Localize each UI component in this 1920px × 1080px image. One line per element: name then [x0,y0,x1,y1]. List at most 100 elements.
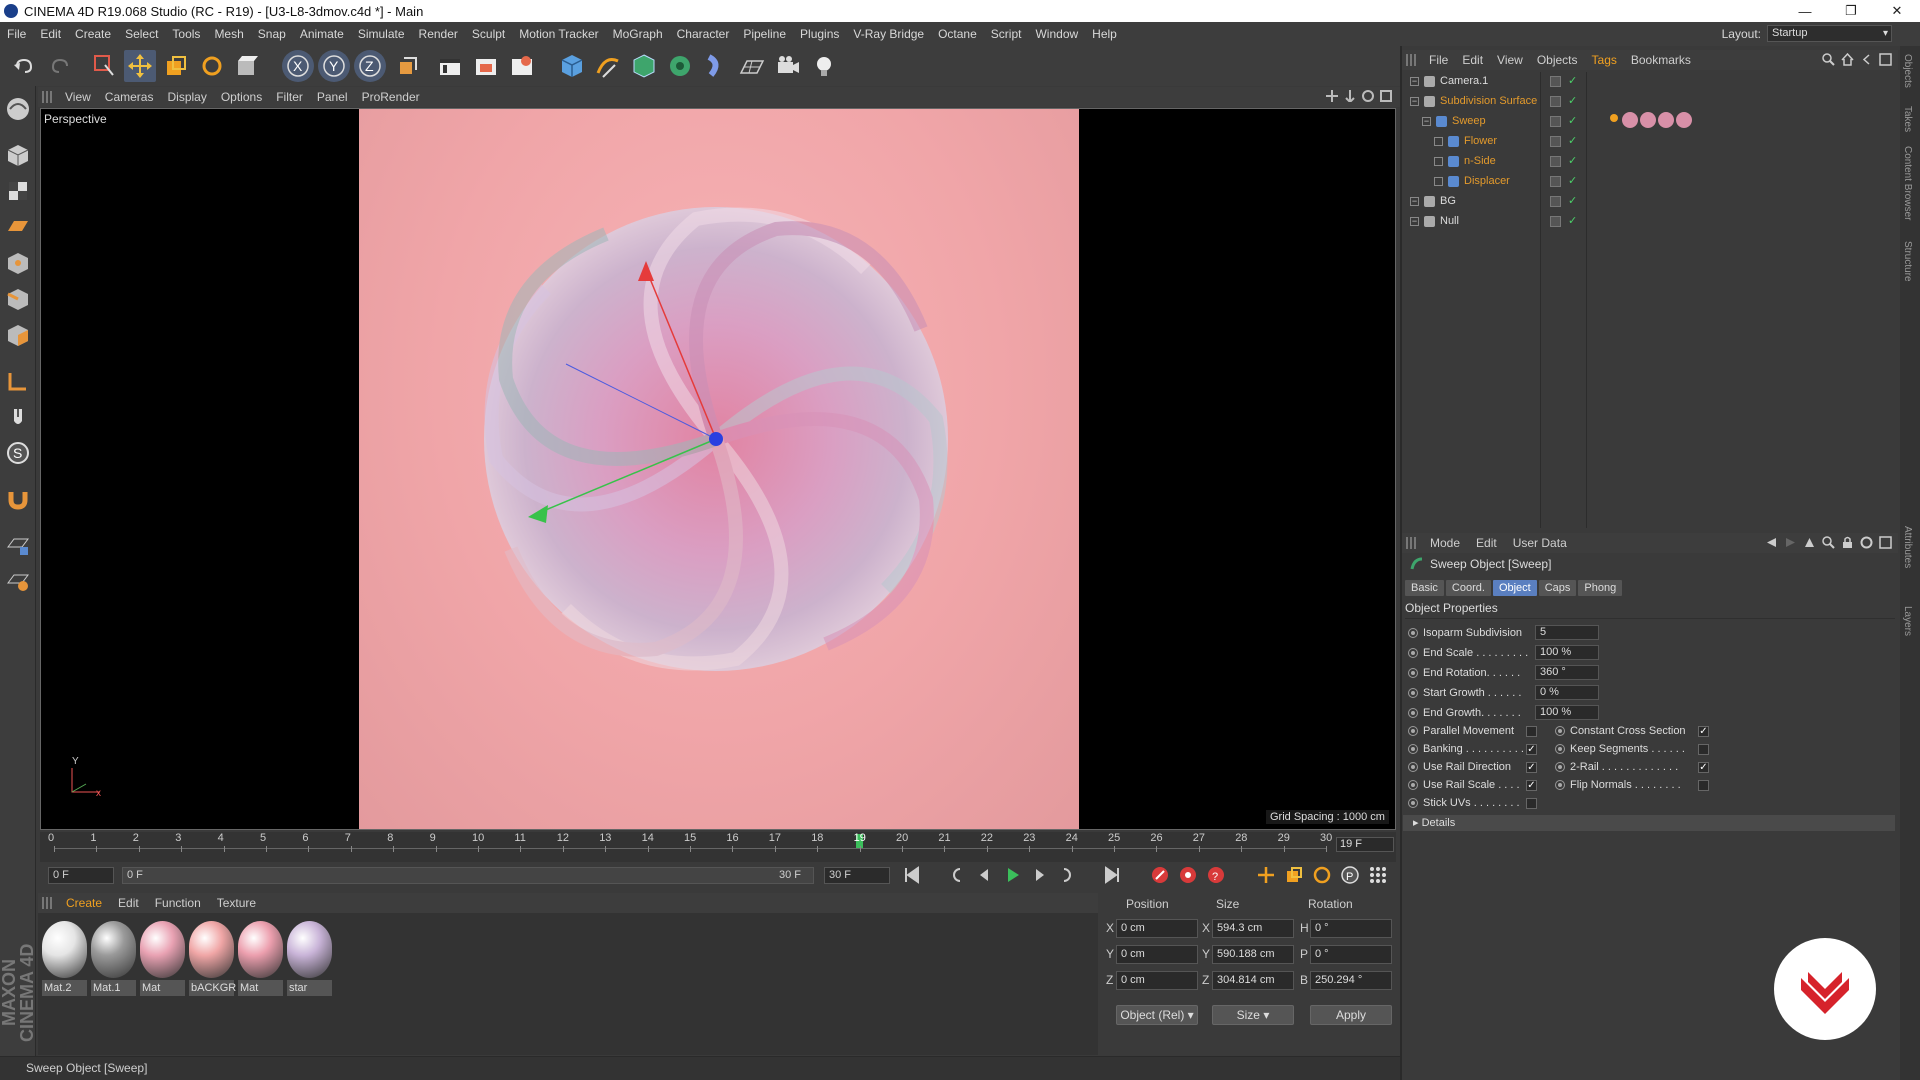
record-active-objects-icon[interactable] [1150,865,1170,885]
drag-handle-icon[interactable] [1406,537,1418,549]
rotation-key-icon[interactable] [1312,865,1332,885]
orbit-icon[interactable] [1362,90,1374,102]
property-checkbox[interactable]: ✓ [1698,761,1709,773]
new-window-icon[interactable] [1879,53,1892,66]
animate-radio-icon[interactable] [1555,780,1565,790]
object-name[interactable]: Camera.1 [1440,75,1488,87]
home-icon[interactable] [1841,53,1854,66]
expand-toggle-icon[interactable]: − [1410,97,1419,106]
position-field[interactable]: 0 cm [1116,971,1198,990]
snap-icon[interactable]: S [3,438,33,468]
render-to-picture-viewer-icon[interactable] [470,50,502,82]
tweak-mode-icon[interactable] [3,402,33,432]
attribute-tab-phong[interactable]: Phong [1578,580,1623,596]
subdivision-surface-icon[interactable] [628,50,660,82]
close-button[interactable]: ✕ [1874,0,1920,22]
up-arrow-icon[interactable] [1803,536,1816,549]
object-menu-bookmarks[interactable]: Bookmarks [1624,53,1698,67]
object-name[interactable]: Subdivision Surface [1440,95,1537,107]
make-editable-icon[interactable] [3,94,33,124]
grid-lock-icon[interactable] [3,530,33,560]
undo-button[interactable] [8,50,40,82]
menu-item-character[interactable]: Character [670,27,737,41]
model-mode-icon[interactable] [3,140,33,170]
drag-handle-icon[interactable] [42,91,54,103]
object-menu-view[interactable]: View [1490,53,1530,67]
object-name[interactable]: Sweep [1452,115,1486,127]
coordinate-mode-dropdown[interactable]: Object (Rel) ▾ [1116,1005,1198,1025]
attribute-menu-mode[interactable]: Mode [1422,536,1468,550]
size-field[interactable]: 590.188 cm [1212,945,1294,964]
size-mode-dropdown[interactable]: Size ▾ [1212,1005,1294,1025]
y-axis-lock-icon[interactable]: Y [318,50,350,82]
maximize-view-icon[interactable] [1380,90,1392,102]
search-icon[interactable] [1822,53,1835,66]
object-row[interactable]: − Sweep ✓ [1402,112,1898,132]
polygons-mode-icon[interactable] [3,320,33,350]
attribute-menu-user-data[interactable]: User Data [1505,536,1575,550]
material-menu-create[interactable]: Create [58,896,110,910]
visibility-dots-icon[interactable] [1550,176,1561,187]
attribute-tab-coord[interactable]: Coord. [1445,580,1491,596]
position-field[interactable]: 0 cm [1116,945,1198,964]
object-menu-objects[interactable]: Objects [1530,53,1585,67]
next-frame-icon[interactable] [1030,865,1050,885]
enable-check-icon[interactable]: ✓ [1568,214,1577,227]
menu-item-octane[interactable]: Octane [931,27,984,41]
scale-tool-icon[interactable] [160,50,192,82]
material-swatch[interactable]: Mat [238,919,283,999]
details-section-toggle[interactable]: ▸ Details [1403,815,1895,831]
property-checkbox[interactable] [1526,725,1537,737]
menu-item-simulate[interactable]: Simulate [351,27,412,41]
enable-check-icon[interactable]: ✓ [1568,114,1577,127]
attribute-tab-object[interactable]: Object [1492,580,1537,596]
parameter-key-icon[interactable]: P [1340,865,1360,885]
animate-radio-icon[interactable] [1555,744,1565,754]
property-checkbox[interactable] [1698,743,1709,755]
expand-toggle-icon[interactable] [1434,137,1443,146]
menu-item-animate[interactable]: Animate [293,27,351,41]
recent-tools-icon[interactable] [232,50,264,82]
property-checkbox[interactable] [1526,797,1537,809]
menu-item-v-ray-bridge[interactable]: V-Ray Bridge [846,27,931,41]
size-field[interactable]: 304.814 cm [1212,971,1294,990]
go-to-start-icon[interactable] [902,865,922,885]
rotate-tool-icon[interactable] [196,50,228,82]
rotation-field[interactable]: 0 ° [1310,919,1392,938]
z-axis-lock-icon[interactable]: Z [354,50,386,82]
enable-check-icon[interactable]: ✓ [1568,134,1577,147]
visibility-dots-icon[interactable] [1550,116,1561,127]
enable-check-icon[interactable]: ✓ [1568,94,1577,107]
autokeying-icon[interactable] [1178,865,1198,885]
object-name[interactable]: BG [1440,195,1456,207]
menu-item-select[interactable]: Select [118,27,165,41]
coordinate-system-icon[interactable] [392,50,424,82]
side-tab-attributes[interactable]: Attributes [1902,526,1913,568]
enable-check-icon[interactable]: ✓ [1568,174,1577,187]
menu-item-help[interactable]: Help [1085,27,1124,41]
viewport-menu-display[interactable]: Display [160,90,213,104]
animate-radio-icon[interactable] [1408,744,1418,754]
object-row[interactable]: − BG ✓ [1402,192,1898,212]
position-field[interactable]: 0 cm [1116,919,1198,938]
enable-check-icon[interactable]: ✓ [1568,74,1577,87]
viewport-menu-view[interactable]: View [58,90,98,104]
material-swatch[interactable]: Mat.1 [91,919,136,999]
property-checkbox[interactable]: ✓ [1526,779,1537,791]
menu-item-snap[interactable]: Snap [251,27,293,41]
side-tab-objects[interactable]: Objects [1902,54,1913,88]
animate-radio-icon[interactable] [1408,798,1418,808]
enable-check-icon[interactable]: ✓ [1568,194,1577,207]
animate-radio-icon[interactable] [1408,648,1418,658]
expand-toggle-icon[interactable]: − [1422,117,1431,126]
enable-check-icon[interactable]: ✓ [1568,154,1577,167]
back-arrow-icon[interactable] [1765,536,1778,549]
visibility-dots-icon[interactable] [1550,96,1561,107]
material-swatch[interactable]: Mat.2 [42,919,87,999]
menu-item-sculpt[interactable]: Sculpt [465,27,512,41]
property-checkbox[interactable]: ✓ [1526,761,1537,773]
expand-toggle-icon[interactable] [1434,177,1443,186]
size-field[interactable]: 594.3 cm [1212,919,1294,938]
rotation-field[interactable]: 250.294 ° [1310,971,1392,990]
current-frame-field[interactable]: 19 F [1336,837,1394,852]
